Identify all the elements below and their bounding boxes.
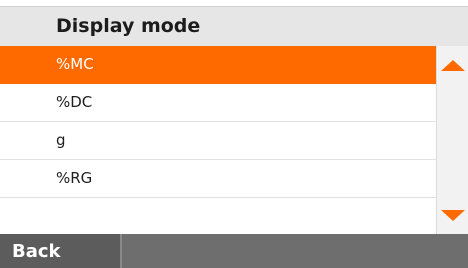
triangle-down-icon [440,209,465,221]
triangle-up-icon [440,59,465,71]
back-button-label: Back [12,241,61,262]
list-item-label: %RG [56,169,93,187]
list-item-rg[interactable]: %RG [0,160,436,198]
list-item-g[interactable]: g [0,122,436,160]
header-bar: Display mode [0,6,468,46]
back-button[interactable]: Back [0,234,122,268]
list-item-label: %MC [56,55,94,73]
scroll-up-button[interactable] [437,46,468,84]
list-item-label: %DC [56,93,93,111]
list-item-label: g [56,131,66,149]
list-item-mc[interactable]: %MC [0,46,436,84]
page-title: Display mode [56,15,201,37]
scrollbar [436,46,468,234]
footer-bar: Back [0,234,468,268]
display-mode-list: %MC %DC g %RG [0,46,436,236]
scroll-down-button[interactable] [437,196,468,234]
list-item-dc[interactable]: %DC [0,84,436,122]
list-item-empty [0,198,436,236]
